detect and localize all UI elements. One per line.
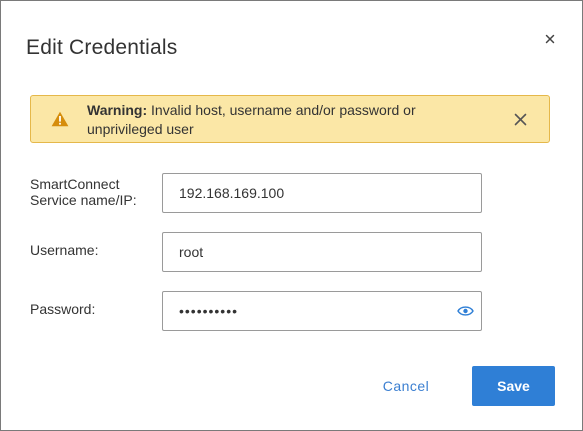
username-label: Username: [30,242,99,258]
edit-credentials-dialog: Edit Credentials Warning: Invalid host, … [0,0,583,431]
dialog-title: Edit Credentials [26,36,178,59]
username-input[interactable] [162,232,482,272]
cancel-button[interactable]: Cancel [362,366,450,406]
host-label-line2: Service name/IP: [30,192,137,208]
password-input[interactable] [162,291,482,331]
close-dialog-icon[interactable] [542,31,558,47]
warning-text: Warning: Invalid host, username and/or p… [87,101,487,139]
eye-icon[interactable] [457,305,474,317]
warning-triangle-icon [51,111,69,127]
host-label-line1: SmartConnect [30,176,120,192]
warning-heading: Warning: [87,102,148,118]
warning-banner: Warning: Invalid host, username and/or p… [30,95,550,143]
close-warning-icon[interactable] [514,113,527,126]
host-label: SmartConnect Service name/IP: [30,176,137,208]
save-button[interactable]: Save [472,366,555,406]
host-input[interactable] [162,173,482,213]
password-label: Password: [30,301,96,317]
